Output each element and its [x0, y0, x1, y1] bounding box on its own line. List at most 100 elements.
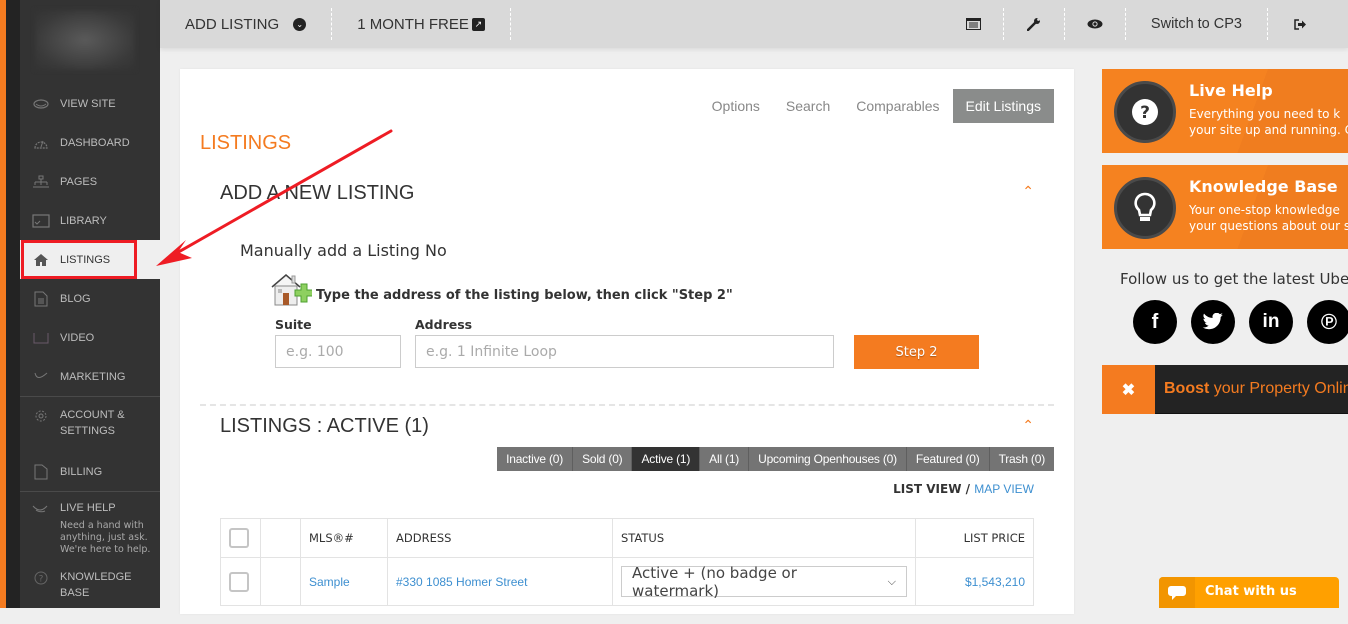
- pinterest-icon[interactable]: ℗: [1307, 300, 1348, 344]
- sidebar-item-pages[interactable]: PAGES: [20, 162, 160, 201]
- address-label: Address: [415, 317, 473, 332]
- desc-line: your questions about our so: [1189, 219, 1348, 233]
- price-link[interactable]: $1,543,210: [965, 575, 1025, 589]
- label-line-1: KNOWLEDGE: [60, 571, 132, 583]
- facebook-icon[interactable]: f: [1133, 300, 1177, 344]
- tab-search[interactable]: Search: [773, 89, 843, 123]
- chat-bubbles-icon: [32, 502, 50, 569]
- filter-inactive[interactable]: Inactive (0): [497, 447, 574, 471]
- twitter-icon[interactable]: [1191, 300, 1235, 344]
- tab-options[interactable]: Options: [699, 89, 773, 123]
- select-all-checkbox[interactable]: [229, 528, 249, 548]
- sidebar-item-blog[interactable]: BLOG: [20, 279, 160, 318]
- switch-cp3-button[interactable]: Switch to CP3: [1126, 0, 1267, 48]
- boost-text[interactable]: Boost your Property Onlin: [1164, 380, 1348, 398]
- view-toggle: LIST VIEW / MAP VIEW: [893, 482, 1034, 496]
- tab-edit-listings[interactable]: Edit Listings: [952, 89, 1054, 123]
- monitor-icon: [32, 213, 50, 228]
- gear-icon: [32, 409, 50, 423]
- list-button[interactable]: [945, 0, 1003, 48]
- sidebar: VIEW SITE DASHBOARD PAGES LIBRARY LISTIN…: [20, 0, 180, 608]
- preview-button[interactable]: [1065, 0, 1125, 48]
- one-month-free-link[interactable]: 1 MONTH FREE ↗: [332, 0, 510, 48]
- file-icon: [32, 464, 50, 479]
- header-list-price[interactable]: LIST PRICE: [915, 518, 1034, 558]
- step-hint: Type the address of the listing below, t…: [270, 273, 733, 307]
- live-help-text: LIVE HELP Need a hand with anything, just…: [60, 502, 150, 569]
- sidebar-item-label: LIBRARY: [60, 214, 107, 227]
- suite-input[interactable]: [275, 335, 401, 368]
- megaphone-icon: [32, 370, 50, 384]
- filter-all[interactable]: All (1): [700, 447, 750, 471]
- tools-button[interactable]: [1004, 0, 1064, 48]
- filter-active[interactable]: Active (1): [632, 447, 701, 471]
- follow-us-text: Follow us to get the latest Ube: [1120, 270, 1348, 288]
- live-help-card[interactable]: ? Live Help Everything you need to k your…: [1102, 69, 1348, 153]
- boost-banner: ✖ Boost your Property Onlin: [1102, 365, 1348, 414]
- sidebar-item-marketing[interactable]: MARKETING: [20, 357, 160, 396]
- sidebar-item-account-settings[interactable]: ACCOUNT & SETTINGS: [20, 397, 160, 452]
- speech-bubble-icon: [1159, 577, 1195, 608]
- add-house-icon: [270, 273, 314, 307]
- tabs: Options Search Comparables Edit Listings: [699, 89, 1054, 123]
- live-help-line: anything, just ask.: [60, 532, 148, 543]
- external-link-icon: ↗: [471, 17, 485, 31]
- sidebar-nav: VIEW SITE DASHBOARD PAGES LIBRARY LISTIN…: [20, 84, 180, 624]
- table-header-row: MLS®# ADDRESS STATUS LIST PRICE: [220, 518, 1034, 558]
- collapse-chevron-up-icon[interactable]: ⌃: [1022, 183, 1034, 200]
- live-help-line: Need a hand with: [60, 520, 144, 531]
- mls-link[interactable]: Sample: [309, 575, 350, 589]
- sidebar-item-label: BILLING: [60, 465, 103, 478]
- status-cell: Active + (no badge or watermark) ⌵: [612, 557, 916, 606]
- sidebar-item-label: VIDEO: [60, 331, 95, 344]
- filter-featured[interactable]: Featured (0): [906, 447, 990, 471]
- filter-upcoming-openhouses[interactable]: Upcoming Openhouses (0): [749, 447, 907, 471]
- sidebar-item-video[interactable]: VIDEO: [20, 318, 160, 357]
- live-help-line: We're here to help.: [60, 544, 151, 555]
- address-link[interactable]: #330 1085 Homer Street: [396, 575, 527, 589]
- label-line-2: SETTINGS: [60, 425, 116, 437]
- map-view-link[interactable]: MAP VIEW: [974, 482, 1034, 496]
- add-listing-title: ADD A NEW LISTING: [220, 182, 415, 204]
- collapse-chevron-up-icon[interactable]: ⌃: [1022, 417, 1034, 434]
- status-select[interactable]: Active + (no badge or watermark) ⌵: [621, 564, 907, 600]
- filter-trash[interactable]: Trash (0): [989, 447, 1054, 471]
- add-listing-menu[interactable]: ADD LISTING ⌄: [160, 0, 331, 48]
- section-divider: [200, 404, 1054, 406]
- sidebar-item-dashboard[interactable]: DASHBOARD: [20, 123, 160, 162]
- eye-icon: [32, 97, 50, 111]
- sidebar-item-knowledge-base[interactable]: ? KNOWLEDGE BASE: [20, 569, 160, 624]
- header-blank: [260, 518, 301, 558]
- desc-line: your site up and running. C: [1189, 123, 1348, 137]
- row-blank-cell: [260, 557, 301, 606]
- svg-text:?: ?: [1140, 103, 1150, 123]
- list-view-link[interactable]: LIST VIEW: [893, 482, 961, 496]
- sidebar-item-view-site[interactable]: VIEW SITE: [20, 84, 160, 123]
- header-status[interactable]: STATUS: [612, 518, 916, 558]
- chat-with-us-button[interactable]: Chat with us: [1159, 577, 1339, 608]
- close-icon[interactable]: ✖: [1102, 365, 1155, 414]
- header-mls[interactable]: MLS®#: [300, 518, 388, 558]
- linkedin-icon[interactable]: in: [1249, 300, 1293, 344]
- knowledge-base-card[interactable]: Knowledge Base Your one-stop knowledge yo…: [1102, 165, 1348, 249]
- logout-button[interactable]: [1268, 0, 1348, 48]
- sidebar-item-billing[interactable]: BILLING: [20, 452, 160, 491]
- tab-comparables[interactable]: Comparables: [843, 89, 952, 123]
- suite-label: Suite: [275, 317, 312, 332]
- speedometer-icon: [32, 136, 50, 150]
- sidebar-item-live-help[interactable]: LIVE HELP Need a hand with anything, just…: [20, 492, 160, 569]
- filter-sold[interactable]: Sold (0): [573, 447, 633, 471]
- sidebar-item-label: PAGES: [60, 175, 98, 188]
- boost-rest: your Property Onlin: [1209, 380, 1348, 397]
- wrench-icon: [1026, 16, 1042, 32]
- sidebar-item-library[interactable]: LIBRARY: [20, 201, 160, 240]
- live-help-label: LIVE HELP: [60, 502, 116, 514]
- row-select-cell: [220, 557, 261, 606]
- address-input[interactable]: [415, 335, 834, 368]
- live-help-desc: Everything you need to k your site up and…: [1189, 106, 1348, 138]
- row-checkbox[interactable]: [229, 571, 249, 592]
- header-address[interactable]: ADDRESS: [387, 518, 613, 558]
- chat-label: Chat with us: [1205, 584, 1297, 599]
- hint-text: Type the address of the listing below, t…: [316, 288, 733, 303]
- step-2-button[interactable]: Step 2: [854, 335, 979, 369]
